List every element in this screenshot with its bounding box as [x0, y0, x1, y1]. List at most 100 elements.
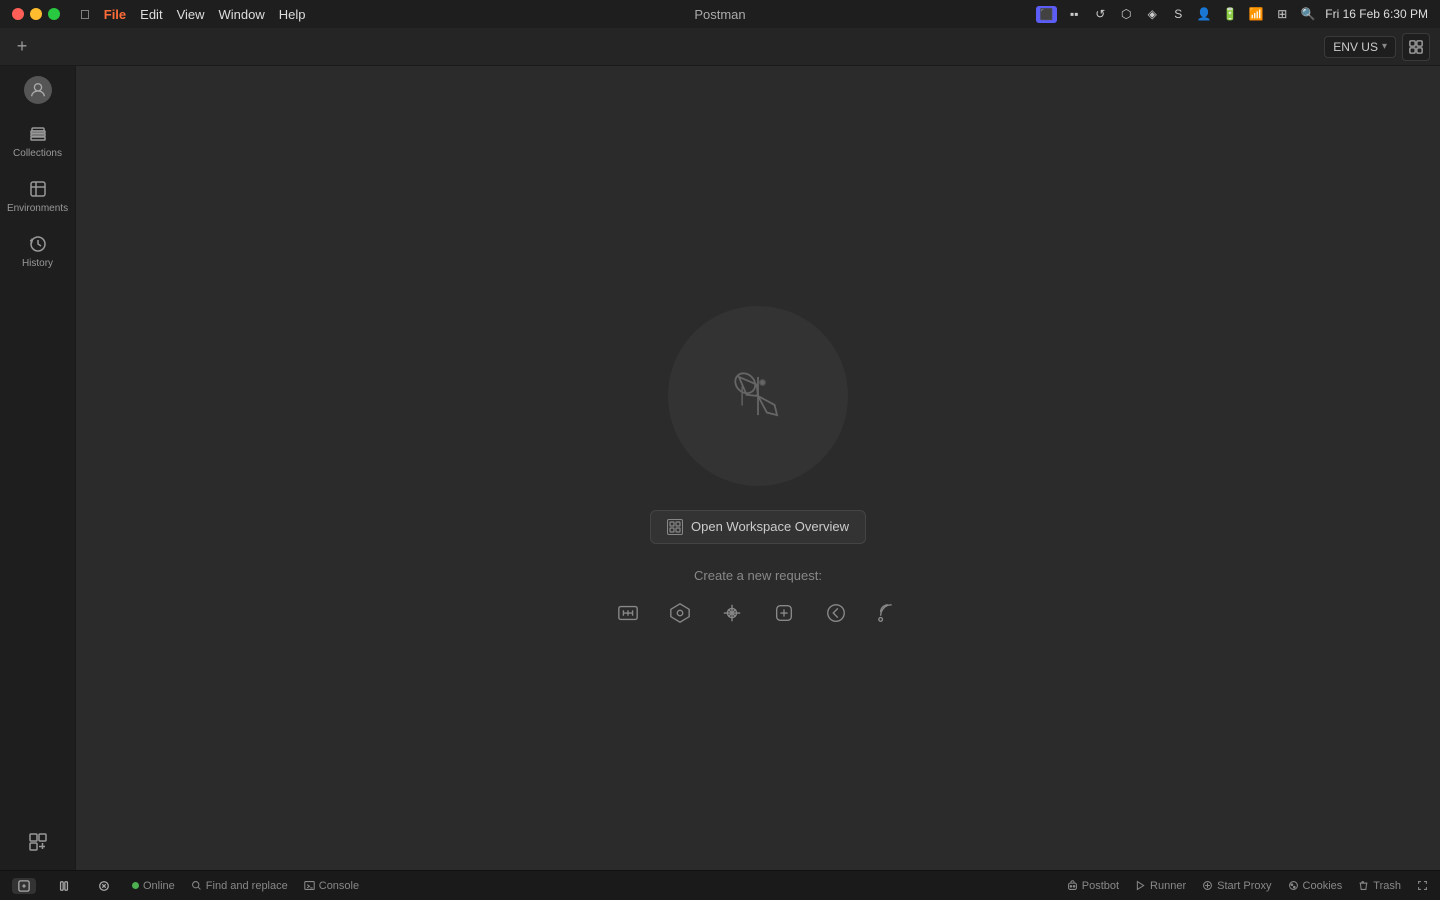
cancel-icon	[98, 880, 110, 892]
find-replace-icon	[191, 880, 202, 891]
postbot-icon	[1067, 880, 1078, 891]
menu-bar:  File Edit View Window Help	[80, 7, 320, 22]
empty-state: Open Workspace Overview Create a new req…	[610, 306, 906, 631]
pause-icon	[58, 880, 70, 892]
grpc-icon	[721, 602, 743, 624]
graphql-request-icon[interactable]	[662, 595, 698, 631]
profile-icon[interactable]: 👤	[1195, 7, 1213, 21]
new-request-section: Create a new request:	[610, 568, 906, 631]
start-proxy-button[interactable]: Start Proxy	[1202, 880, 1271, 892]
layout-icon	[1409, 40, 1423, 54]
sidebar-item-environments[interactable]: Environments	[6, 171, 70, 222]
user-avatar[interactable]	[24, 76, 52, 104]
file-menu[interactable]: Edit	[140, 7, 162, 22]
open-workspace-overview-button[interactable]: Open Workspace Overview	[650, 510, 866, 544]
websocket-request-icon[interactable]	[766, 595, 802, 631]
runner-button[interactable]: Runner	[1135, 880, 1186, 892]
content-area: Open Workspace Overview Create a new req…	[76, 66, 1440, 870]
env-selector-value: ENV US	[1333, 40, 1378, 54]
bottom-tool-new[interactable]	[12, 878, 36, 894]
history-icon	[28, 234, 48, 254]
new-tab-icon	[18, 880, 30, 892]
cookies-button[interactable]: Cookies	[1288, 880, 1343, 892]
minimize-button[interactable]	[30, 8, 42, 20]
user-s-icon[interactable]: S	[1169, 7, 1187, 21]
sidebar-item-collections[interactable]: Collections	[6, 116, 70, 167]
online-label: Online	[143, 880, 175, 892]
close-button[interactable]	[12, 8, 24, 20]
find-replace-button[interactable]: Find and replace	[191, 880, 288, 892]
env-selector-chevron: ▾	[1382, 41, 1387, 52]
online-indicator	[132, 882, 139, 889]
status-bar: Online Find and replace Console Postbot …	[0, 870, 1440, 900]
history-icon[interactable]: ↺	[1091, 7, 1109, 21]
addons-icon	[28, 832, 48, 852]
online-status[interactable]: Online	[132, 880, 175, 892]
control-center-icon[interactable]: ⊞	[1273, 7, 1291, 21]
environment-selector[interactable]: ENV US ▾	[1324, 36, 1396, 58]
shield-icon[interactable]: ⬡	[1117, 7, 1135, 21]
http-request-icon[interactable]	[610, 595, 646, 631]
trash-icon	[1358, 880, 1369, 891]
bottom-tool-cancel[interactable]	[92, 878, 116, 894]
sse-icon	[877, 602, 899, 624]
environments-label: Environments	[7, 203, 68, 214]
history-label: History	[22, 258, 53, 269]
console-button[interactable]: Console	[304, 880, 359, 892]
proxy-icon	[1202, 880, 1213, 891]
trash-button[interactable]: Trash	[1358, 880, 1401, 892]
trash-label: Trash	[1373, 880, 1401, 892]
sidebar: Collections Environments History	[0, 66, 76, 870]
analytics-icon[interactable]: ◈	[1143, 7, 1161, 21]
traffic-lights[interactable]	[12, 8, 60, 20]
runner-icon	[1135, 880, 1146, 891]
title-bar:  File Edit View Window Help Postman ⬛ ▪…	[0, 0, 1440, 28]
open-workspace-label: Open Workspace Overview	[691, 519, 849, 534]
environments-icon	[28, 179, 48, 199]
add-tab-button[interactable]: +	[10, 35, 34, 59]
collections-icon	[28, 124, 48, 144]
graphql-icon	[669, 602, 691, 624]
window-title: Postman	[694, 7, 745, 22]
sidebar-item-history[interactable]: History	[6, 226, 70, 277]
title-bar-right: ⬛ ▪▪ ↺ ⬡ ◈ S 👤 🔋 📶 ⊞ 🔍 Fri 16 Feb 6:30 P…	[1036, 6, 1428, 23]
sidebar-bottom	[6, 824, 70, 870]
sidebar-toggle-icon[interactable]: ▪▪	[1065, 7, 1083, 21]
sse-request-icon[interactable]	[870, 595, 906, 631]
clock: Fri 16 Feb 6:30 PM	[1325, 7, 1428, 21]
layout-button[interactable]	[1402, 33, 1430, 61]
tab-bar: + ENV US ▾	[0, 28, 1440, 66]
window-menu[interactable]: Help	[279, 7, 306, 22]
workspace-icon	[667, 519, 683, 535]
sidebar-item-addons[interactable]	[6, 824, 70, 860]
cookies-icon	[1288, 880, 1299, 891]
runner-label: Runner	[1150, 880, 1186, 892]
maximize-button[interactable]	[48, 8, 60, 20]
socketio-request-icon[interactable]	[818, 595, 854, 631]
collections-label: Collections	[13, 148, 62, 159]
request-type-icons	[610, 595, 906, 631]
apple-menu[interactable]: 	[80, 7, 90, 22]
view-menu[interactable]: Window	[219, 7, 265, 22]
console-icon	[304, 880, 315, 891]
battery-icon: 🔋	[1221, 7, 1239, 21]
grpc-request-icon[interactable]	[714, 595, 750, 631]
main-layout: Collections Environments History	[0, 66, 1440, 870]
new-request-label: Create a new request:	[694, 568, 822, 583]
postman-logo-icon	[713, 351, 803, 441]
cookies-label: Cookies	[1303, 880, 1343, 892]
wifi-icon: 📶	[1247, 7, 1265, 21]
app-menu-postman[interactable]: File	[104, 7, 126, 22]
bottom-tool-pause[interactable]	[52, 878, 76, 894]
start-proxy-label: Start Proxy	[1217, 880, 1271, 892]
http-icon	[617, 602, 639, 624]
display-icon: ⬛	[1036, 6, 1058, 23]
postbot-button[interactable]: Postbot	[1067, 880, 1119, 892]
expand-icon	[1417, 880, 1428, 891]
edit-menu[interactable]: View	[177, 7, 205, 22]
expand-button[interactable]	[1417, 880, 1428, 891]
console-label: Console	[319, 880, 359, 892]
empty-icon-circle	[668, 306, 848, 486]
title-bar-left:  File Edit View Window Help	[12, 7, 320, 22]
search-system-icon[interactable]: 🔍	[1299, 7, 1317, 21]
